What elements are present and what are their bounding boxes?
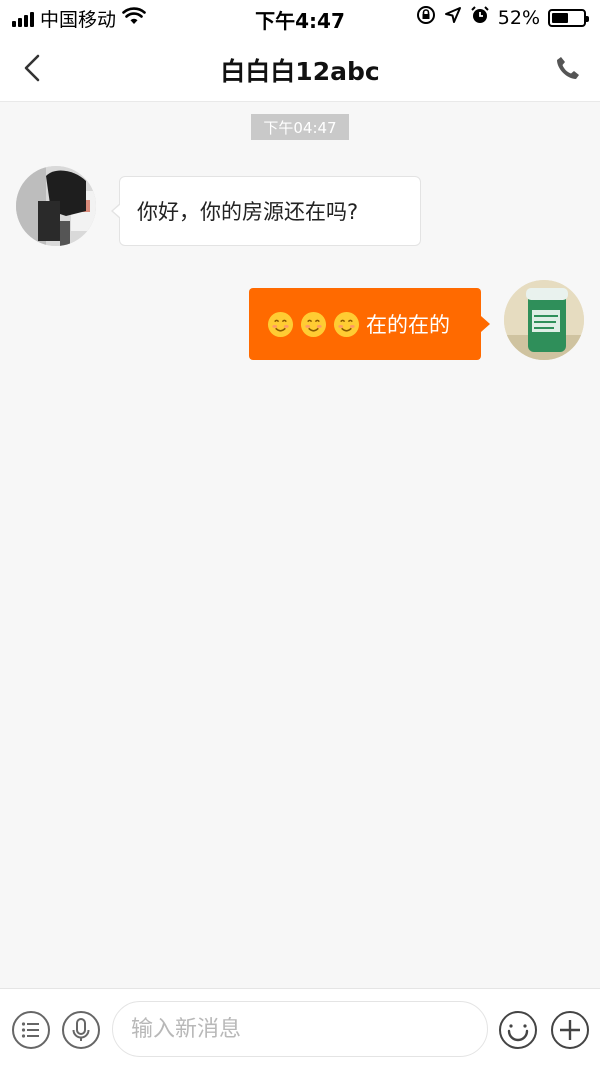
battery-percent: 52% xyxy=(497,6,540,29)
message-text: 你好，你的房源还在吗? xyxy=(137,200,359,224)
phone-icon xyxy=(557,57,579,79)
my-avatar[interactable] xyxy=(504,280,584,360)
smile-emoji-icon xyxy=(333,311,360,337)
emoji-button[interactable] xyxy=(497,1009,539,1051)
menu-button[interactable] xyxy=(10,1009,52,1051)
alarm-icon xyxy=(470,5,490,30)
status-right: 52% xyxy=(416,5,589,30)
add-button[interactable] xyxy=(549,1009,591,1051)
contact-avatar[interactable] xyxy=(16,166,96,246)
status-left: 中国移动 xyxy=(12,5,146,32)
signal-icon xyxy=(12,11,34,27)
contact-name: 白白白12abc xyxy=(220,57,380,86)
rotation-lock-icon xyxy=(416,5,436,30)
microphone-icon xyxy=(62,1011,100,1049)
outgoing-message-bubble[interactable]: 在的在的 xyxy=(249,288,490,360)
message-text: 在的在的 xyxy=(366,313,450,337)
battery-icon xyxy=(548,8,589,27)
incoming-message-bubble[interactable]: 你好，你的房源还在吗? xyxy=(111,176,421,246)
status-bar: 中国移动 下午4:47 52% xyxy=(0,0,600,34)
emoji-icon xyxy=(499,1011,537,1049)
chat-header: 白白白12abc xyxy=(0,34,600,102)
wifi-icon xyxy=(122,7,146,30)
message-list[interactable]: 下午04:47 你好，你的房源还在吗? 在的在的 xyxy=(0,102,600,988)
input-bar xyxy=(0,988,600,1067)
chevron-left-icon xyxy=(24,54,40,82)
carrier-label: 中国移动 xyxy=(40,9,117,31)
plus-icon xyxy=(551,1011,589,1049)
message-timestamp: 下午04:47 xyxy=(251,114,349,140)
call-button[interactable] xyxy=(550,50,586,86)
message-input[interactable] xyxy=(112,1001,488,1057)
voice-button[interactable] xyxy=(60,1009,102,1051)
back-button[interactable] xyxy=(14,50,50,86)
location-icon xyxy=(444,6,462,29)
smile-emoji-icon xyxy=(267,311,294,337)
menu-icon xyxy=(12,1011,50,1049)
battery-fill xyxy=(552,12,568,23)
smile-emoji-icon xyxy=(300,311,327,337)
